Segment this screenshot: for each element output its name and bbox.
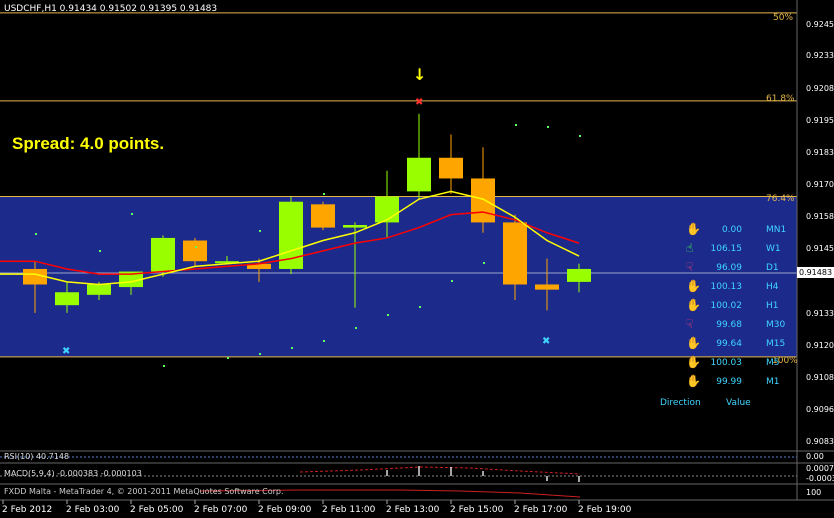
hand-neutral-icon: ✋ [686,336,701,350]
hand-neutral-icon: ✋ [686,298,701,312]
candle-bear [183,240,207,262]
direction-row-m1: ✋ 99.99 M1 [686,374,786,392]
direction-timeframe: W1 [766,244,781,254]
macd-label: MACD(5,9,4) -0.000383 -0.000103 [4,469,142,478]
price-tick: 0.91830 [806,148,834,157]
direction-value: 100.02 [710,301,743,311]
fib-label-764: 76.4% [766,194,795,204]
candle-bear [311,204,335,228]
fib-label-50: 50% [773,13,794,23]
direction-timeframe: H4 [766,282,779,292]
direction-row-d1: ☟ 96.09 D1 [686,260,786,278]
direction-value: 106.15 [710,244,743,254]
direction-row-h4: ✋ 100.13 H4 [686,279,786,297]
candle-bear [535,284,559,290]
direction-row-h1: ✋ 100.02 H1 [686,298,786,316]
price-tick: 0.91085 [806,373,834,382]
candle-bull [55,292,79,306]
time-tick: 2 Feb 11:00 [322,505,376,515]
candle-bull [375,196,399,223]
direction-value: 99.64 [716,339,742,349]
time-tick: 2 Feb 2012 [2,505,53,515]
hand-neutral-icon: ✋ [686,374,701,388]
candle-bull [151,237,175,272]
price-tick: 0.90835 [806,437,834,446]
cross-marker-red: ✖ [415,97,423,108]
chart-window[interactable]: { "window": { "title": "USDCHF,H1 0.9143… [0,0,834,518]
time-tick: 2 Feb 15:00 [450,505,504,515]
direction-timeframe: M15 [766,339,786,349]
price-tick: 0.91955 [806,116,834,125]
direction-value: 100.03 [710,358,743,368]
hand-down-icon: ☟ [686,260,694,274]
chart-title: USDCHF,H1 0.91434 0.91502 0.91395 0.9148… [4,4,218,14]
direction-row-m15: ✋ 99.64 M15 [686,336,786,354]
direction-value: 96.09 [716,263,742,273]
hand-neutral-icon: ✋ [686,355,701,369]
panel-header-direction: Direction [660,398,701,408]
time-tick: 2 Feb 09:00 [258,505,312,515]
current-price-label: 0.91483 [797,267,834,278]
price-tick: 0.92455 [806,20,834,29]
rsi-label: RSI(10) 40.7148 [4,452,70,461]
direction-row-m30: ☟ 99.68 M30 [686,317,786,335]
price-tick: 0.90960 [806,405,834,414]
candle-bull [567,268,591,282]
cross-marker-cyan-left: ✖ [62,346,70,357]
macd-signal-line [299,466,581,475]
direction-row-m5: ✋ 100.03 M5 [686,355,786,373]
time-axis-ticks [2,500,580,504]
time-tick: 2 Feb 19:00 [578,505,632,515]
rsi-axis-label: 0.00 [806,452,824,461]
price-tick: 0.91205 [806,341,834,350]
time-tick: 2 Feb 03:00 [66,505,120,515]
direction-timeframe: M5 [766,358,780,368]
time-tick: 2 Feb 13:00 [386,505,440,515]
hand-up-icon: ☝ [686,241,694,255]
panel-header-value: Value [726,398,751,408]
candle-bull [343,225,367,228]
price-tick: 0.92330 [806,51,834,60]
price-tick: 0.91455 [806,244,834,253]
direction-value: 99.68 [716,320,742,330]
price-tick: 0.92080 [806,84,834,93]
direction-value: 99.99 [716,377,742,387]
hand-neutral-icon: ✋ [686,279,701,293]
time-tick: 2 Feb 17:00 [514,505,568,515]
direction-timeframe: D1 [766,263,779,273]
price-chart[interactable]: ✖ ✖ ✖ ↓ [0,0,834,518]
hand-neutral-icon: ✋ [686,222,701,236]
copyright-text: FXDD Malta - MetaTrader 4, © 2001-2011 M… [4,487,284,496]
direction-row-mn1: ✋ 0.00 MN1 [686,222,786,240]
price-tick: 0.91330 [806,309,834,318]
candle-bear [471,178,495,223]
macd-axis-bottom: -0.00034 [806,474,834,483]
down-arrow-icon: ↓ [413,65,426,84]
direction-timeframe: M30 [766,320,786,330]
time-tick: 2 Feb 07:00 [194,505,248,515]
price-tick: 0.91580 [806,212,834,221]
fib-label-618: 61.8% [766,94,795,104]
hand-down-icon: ☟ [686,317,694,331]
direction-value: 0.00 [721,225,742,235]
candle-bull [407,157,431,192]
spread-label: Spread: 4.0 points. [12,134,165,153]
direction-timeframe: H1 [766,301,779,311]
candle-bull [87,284,111,295]
stoch-axis-label: 100 [806,488,822,497]
cross-marker-cyan-right: ✖ [542,336,550,347]
direction-value: 100.13 [710,282,743,292]
price-tick: 0.91705 [806,180,834,189]
candle-bear [439,157,463,179]
macd-histogram [386,466,580,482]
macd-axis-top: 0.00075 [806,464,834,473]
time-tick: 2 Feb 05:00 [130,505,184,515]
direction-timeframe: M1 [766,377,780,387]
direction-row-w1: ☝ 106.15 W1 [686,241,786,259]
candle-bear [503,222,527,285]
direction-timeframe: MN1 [766,225,787,235]
